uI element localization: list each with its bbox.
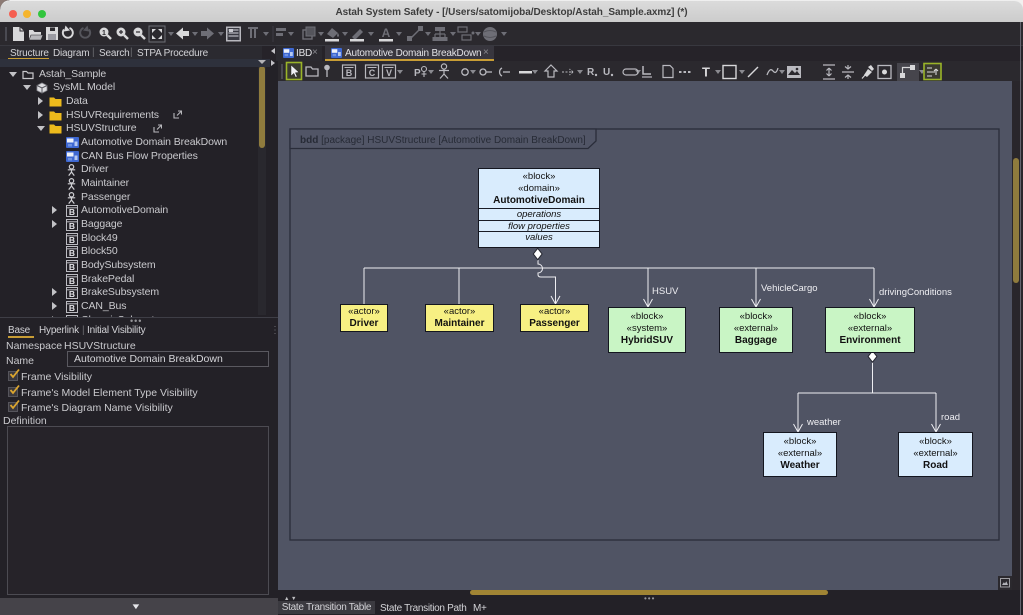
svg-text:B: B [69, 303, 75, 313]
svg-text:weather: weather [806, 417, 841, 428]
svg-text:R: R [587, 67, 595, 78]
svg-text:B: B [69, 221, 75, 231]
svg-text:VehicleCargo: VehicleCargo [761, 283, 818, 294]
svg-text:A: A [382, 26, 391, 40]
svg-text:B: B [69, 289, 75, 299]
svg-text:drivingConditions: drivingConditions [879, 287, 952, 298]
svg-text:road: road [941, 412, 960, 423]
svg-text:B: B [69, 248, 75, 258]
svg-text:V: V [386, 68, 392, 78]
svg-text:B: B [346, 68, 353, 78]
svg-text:B: B [69, 262, 75, 272]
svg-text:B: B [69, 207, 75, 217]
svg-text:B: B [69, 276, 75, 286]
svg-text:U: U [603, 67, 610, 78]
svg-text:bdd [package] HSUVStructure [A: bdd [package] HSUVStructure [Automotive … [300, 135, 586, 146]
svg-text:1: 1 [102, 30, 106, 37]
svg-text:B: B [69, 235, 75, 245]
svg-text:T: T [702, 65, 710, 80]
svg-text:HSUV: HSUV [652, 286, 679, 297]
svg-text:P: P [414, 68, 421, 79]
svg-text:C: C [369, 68, 376, 78]
